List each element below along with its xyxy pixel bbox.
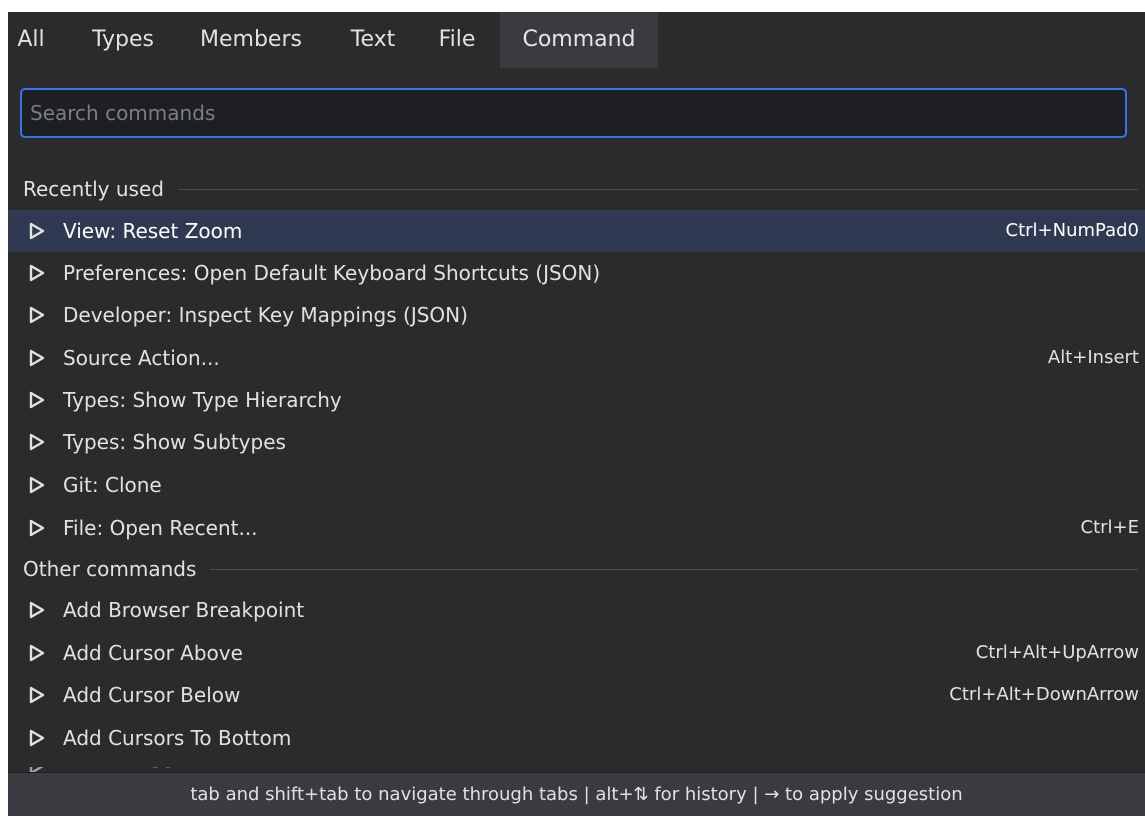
command-label: Add Browser Breakpoint: [63, 598, 305, 622]
section-label: Other commands: [23, 549, 211, 589]
section-recently-used: Recently used: [23, 169, 1138, 209]
command-label: Types: Show Type Hierarchy: [63, 388, 342, 412]
command-shortcut: Ctrl+E: [1080, 517, 1139, 538]
command-row-types-show-type-hierarchy[interactable]: Types: Show Type Hierarchy: [8, 379, 1145, 421]
command-row-git-clone[interactable]: Git: Clone: [8, 464, 1145, 506]
run-triangle-icon: [29, 644, 45, 662]
command-row-source-action[interactable]: Source Action... Alt+Insert: [8, 337, 1145, 379]
command-shortcut: Ctrl+Alt+DownArrow: [949, 684, 1139, 705]
command-label: Add Cursor Below: [63, 683, 241, 707]
section-divider: [23, 189, 1138, 190]
run-triangle-icon: [29, 729, 45, 747]
run-triangle-icon: [29, 264, 45, 282]
run-triangle-icon: [29, 519, 45, 537]
command-row-view-reset-zoom[interactable]: View: Reset Zoom Ctrl+NumPad0: [8, 210, 1145, 252]
search-box[interactable]: [20, 88, 1127, 138]
tab-members[interactable]: Members: [186, 12, 316, 68]
command-label: Source Action...: [63, 346, 220, 370]
run-triangle-icon: [29, 476, 45, 494]
tab-file[interactable]: File: [426, 12, 488, 68]
command-row-add-cursor-above[interactable]: Add Cursor Above Ctrl+Alt+UpArrow: [8, 632, 1145, 674]
command-search-popup: All Types Members Text File Command Rece…: [8, 12, 1145, 816]
command-shortcut: Alt+Insert: [1047, 347, 1139, 368]
tab-types[interactable]: Types: [78, 12, 168, 68]
tab-all[interactable]: All: [8, 12, 54, 68]
command-label: Git: Clone: [63, 473, 162, 497]
command-label: Types: Show Subtypes: [63, 430, 286, 454]
command-row-add-cursors-to-bottom[interactable]: Add Cursors To Bottom: [8, 717, 1145, 759]
footer-hint: tab and shift+tab to navigate through ta…: [8, 772, 1145, 816]
command-row-add-cursor-below[interactable]: Add Cursor Below Ctrl+Alt+DownArrow: [8, 674, 1145, 716]
run-triangle-icon: [29, 601, 45, 619]
command-row-add-browser-breakpoint[interactable]: Add Browser Breakpoint: [8, 589, 1145, 631]
command-label: Developer: Inspect Key Mappings (JSON): [63, 303, 468, 327]
command-label: Preferences: Open Default Keyboard Short…: [63, 261, 601, 285]
command-label: Add Cursors To Bottom: [63, 726, 292, 750]
tab-bar: All Types Members Text File Command: [8, 12, 1145, 68]
run-triangle-icon: [29, 222, 45, 240]
tab-command[interactable]: Command: [500, 12, 658, 68]
command-row-types-show-subtypes[interactable]: Types: Show Subtypes: [8, 421, 1145, 463]
command-row-file-open-recent[interactable]: File: Open Recent... Ctrl+E: [8, 507, 1145, 549]
run-triangle-icon: [29, 306, 45, 324]
command-row-preferences-shortcuts-json[interactable]: Preferences: Open Default Keyboard Short…: [8, 252, 1145, 294]
run-triangle-icon: [29, 349, 45, 367]
run-triangle-icon: [29, 433, 45, 451]
command-shortcut: Ctrl+Alt+UpArrow: [975, 642, 1139, 663]
tab-text[interactable]: Text: [334, 12, 412, 68]
run-triangle-icon: [29, 686, 45, 704]
command-shortcut: Ctrl+NumPad0: [1005, 220, 1139, 241]
section-label: Recently used: [23, 169, 178, 209]
command-label: Add Cursor Above: [63, 641, 243, 665]
run-triangle-icon: [29, 391, 45, 409]
command-label: View: Reset Zoom: [63, 219, 243, 243]
section-other-commands: Other commands: [23, 549, 1138, 589]
search-input[interactable]: [30, 90, 1110, 136]
command-row-developer-inspect-key-mappings[interactable]: Developer: Inspect Key Mappings (JSON): [8, 294, 1145, 336]
command-label: File: Open Recent...: [63, 516, 258, 540]
